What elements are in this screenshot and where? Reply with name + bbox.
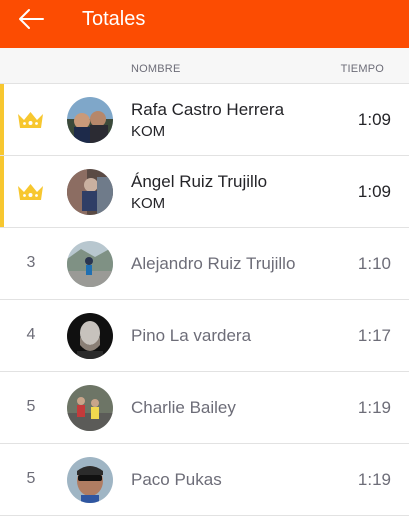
- column-header-time: TIEMPO: [340, 63, 384, 75]
- athlete-name[interactable]: Ángel Ruiz Trujillo: [131, 172, 267, 192]
- segment-time: 1:10: [357, 254, 391, 273]
- back-arrow-icon: [19, 9, 44, 29]
- leaderboard-row[interactable]: 5 Charlie Bailey 1:19: [0, 372, 409, 444]
- avatar[interactable]: [67, 97, 113, 143]
- rank-number: 5: [26, 398, 36, 415]
- avatar[interactable]: [67, 457, 113, 503]
- athlete-name[interactable]: Paco Pukas: [131, 470, 222, 490]
- leaderboard-row[interactable]: 4 Pino La vardera 1:17: [0, 300, 409, 372]
- athlete-name[interactable]: Pino La vardera: [131, 326, 251, 346]
- kom-badge: KOM: [131, 123, 166, 140]
- avatar[interactable]: [67, 241, 113, 287]
- crown-icon: [18, 112, 43, 128]
- rank-number: 5: [26, 470, 36, 487]
- leaderboard-row[interactable]: Rafa Castro Herrera KOM 1:09: [0, 84, 409, 156]
- page-title: Totales: [82, 8, 146, 30]
- athlete-name[interactable]: Rafa Castro Herrera: [131, 100, 284, 120]
- segment-time: 1:17: [357, 326, 391, 345]
- column-header-name: NOMBRE: [131, 63, 181, 75]
- leaderboard-list: Rafa Castro Herrera KOM 1:09 Ángel Ruiz …: [0, 84, 409, 516]
- leaderboard-row[interactable]: 5 Paco Pukas 1:19: [0, 444, 409, 516]
- back-button[interactable]: [14, 6, 48, 32]
- avatar[interactable]: [67, 313, 113, 359]
- segment-time: 1:09: [357, 110, 391, 129]
- rank-number: 4: [26, 326, 36, 343]
- kom-badge: KOM: [131, 195, 166, 212]
- segment-time: 1:19: [357, 398, 391, 417]
- leaderboard-row[interactable]: 3 Alejandro Ruiz Trujillo 1:10: [0, 228, 409, 300]
- rank-number: 3: [26, 254, 36, 271]
- app-bar: Totales: [0, 0, 409, 48]
- segment-time: 1:09: [357, 182, 391, 201]
- avatar[interactable]: [67, 169, 113, 215]
- column-header-row: NOMBRE TIEMPO: [0, 48, 409, 84]
- avatar[interactable]: [67, 385, 113, 431]
- segment-time: 1:19: [357, 470, 391, 489]
- athlete-name[interactable]: Alejandro Ruiz Trujillo: [131, 254, 295, 274]
- athlete-name[interactable]: Charlie Bailey: [131, 398, 236, 418]
- leaderboard-row[interactable]: Ángel Ruiz Trujillo KOM 1:09: [0, 156, 409, 228]
- crown-icon: [18, 184, 43, 200]
